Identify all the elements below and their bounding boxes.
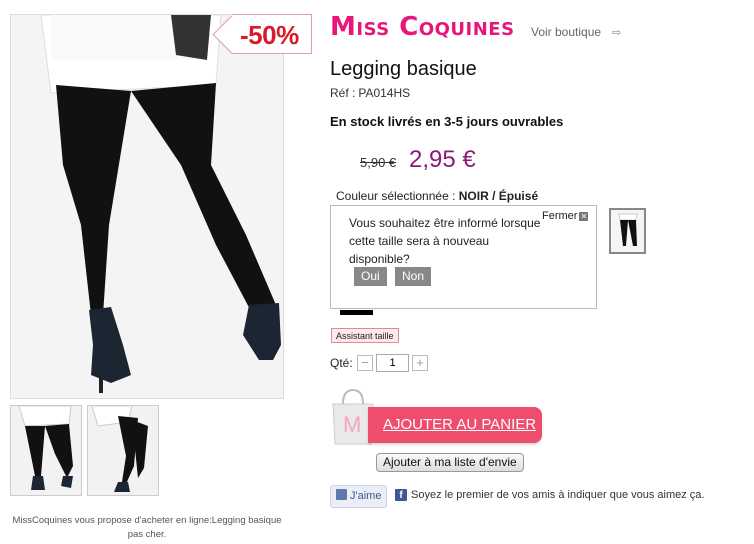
close-button[interactable]: Fermer ✕ <box>542 210 589 222</box>
bag-letter: M <box>343 412 361 437</box>
facebook-social-text: Soyez le premier de vos amis à indiquer … <box>411 489 705 501</box>
size-option-selected[interactable] <box>340 310 373 315</box>
arrow-right-icon[interactable]: ⇨ <box>612 26 621 39</box>
quantity-input[interactable] <box>376 354 409 372</box>
product-thumbnail-2[interactable] <box>87 405 159 496</box>
sale-price: 2,95 € <box>409 146 476 173</box>
seo-description: MissCoquines vous propose d'acheter en l… <box>12 515 282 540</box>
discount-badge: -50% <box>232 14 312 54</box>
close-label: Fermer <box>542 210 578 222</box>
stock-status: En stock livrés en 3-5 jours ouvrables <box>330 114 564 129</box>
leggings-photo <box>11 15 283 398</box>
notify-message: Vous souhaitez être informé lorsque cett… <box>349 216 541 266</box>
quantity-decrease-button[interactable]: − <box>357 355 373 371</box>
size-assistant-button[interactable]: Assistant taille <box>331 328 399 343</box>
facebook-like-label: J'aime <box>350 490 382 502</box>
close-icon[interactable]: ✕ <box>579 211 589 221</box>
quantity-label: Qté: <box>330 356 353 370</box>
color-swatch-noir[interactable] <box>609 208 646 254</box>
color-label: Couleur sélectionnée : <box>336 189 456 203</box>
add-to-wishlist-button[interactable]: Ajouter à ma liste d'envie <box>376 453 524 472</box>
voir-boutique-link[interactable]: Voir boutique <box>531 25 601 39</box>
non-button[interactable]: Non <box>395 267 432 286</box>
thumbnail-image <box>88 406 158 495</box>
add-to-cart-button[interactable]: AJOUTER AU PANIER <box>368 407 542 443</box>
quantity-increase-button[interactable]: + <box>412 355 428 371</box>
color-value: NOIR / Épuisé <box>458 189 539 203</box>
product-main-image[interactable] <box>10 14 284 399</box>
facebook-icon: f <box>395 489 407 501</box>
facebook-like-button[interactable]: J'aime <box>330 485 387 508</box>
oui-button[interactable]: Oui <box>354 267 387 286</box>
ref-label: Réf : <box>330 86 356 100</box>
discount-badge-label: -50% <box>240 20 299 50</box>
ref-value: PA014HS <box>358 86 411 100</box>
old-price: 5,90 € <box>360 155 397 170</box>
thumbnail-image <box>11 406 81 495</box>
selected-color: Couleur sélectionnée : NOIR / Épuisé <box>336 189 538 203</box>
product-thumbnail-1[interactable] <box>10 405 82 496</box>
thumbs-up-icon <box>336 489 347 500</box>
notify-popup: Vous souhaitez être informé lorsque cett… <box>330 205 597 309</box>
product-title: Legging basique <box>330 58 477 80</box>
swatch-image <box>611 210 644 252</box>
product-reference: Réf : PA014HS <box>330 86 410 100</box>
brand-logo[interactable]: Miss Coquines <box>330 12 515 42</box>
